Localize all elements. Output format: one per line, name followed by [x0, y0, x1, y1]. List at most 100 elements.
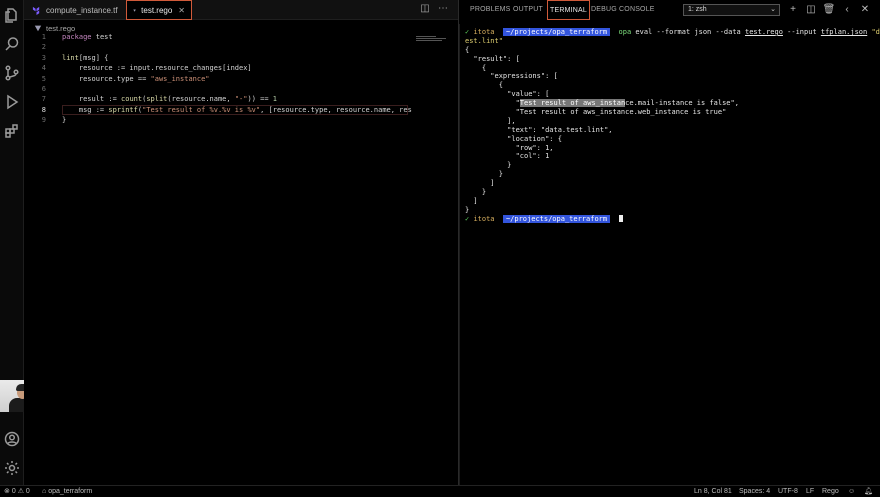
tab-terminal[interactable]: TERMINAL [547, 0, 590, 20]
eol[interactable]: LF [806, 486, 814, 497]
trash-icon[interactable]: 🗑 [822, 3, 836, 17]
code-text: resource := input.resource_changes[index… [62, 64, 252, 73]
code-text: resource.type == "aws_instance" [62, 74, 210, 83]
more-actions-icon[interactable]: ⋯ [436, 2, 450, 16]
run-debug-icon[interactable] [3, 93, 21, 111]
line-number: 2 [41, 43, 46, 52]
warning-icon: ⚠ [17, 488, 24, 495]
encoding[interactable]: UTF-8 [778, 486, 798, 497]
terminal-line: "text": "data.test.lint", [465, 125, 613, 134]
folder-status[interactable]: ⌂ opa_terraform [42, 486, 92, 497]
line-number: 9 [41, 116, 46, 125]
panel: PROBLEMS OUTPUT TERMINAL DEBUG CONSOLE 1… [459, 0, 880, 485]
split-editor-icon[interactable]: ◫ [418, 2, 432, 16]
terminal-line: } [465, 188, 487, 197]
tab-label: compute_instance.tf [46, 5, 118, 15]
terminal-line: { [465, 81, 503, 90]
tab-problems[interactable]: PROBLEMS [470, 0, 511, 20]
terminal-line: est.lint" [465, 36, 503, 45]
tab-label: test.rego [141, 5, 173, 15]
source-control-icon[interactable] [3, 64, 21, 82]
terminal-line: { [465, 45, 470, 54]
code-text: lint[msg] { [62, 53, 109, 62]
terraform-file-icon [32, 6, 40, 15]
error-icon: ⊗ [4, 488, 10, 495]
line-number: 7 [41, 95, 46, 104]
folder-name: opa_terraform [48, 488, 93, 495]
terminal-line: } [465, 161, 512, 170]
explorer-icon[interactable] [3, 6, 21, 24]
cursor-position[interactable]: Ln 8, Col 81 [694, 486, 732, 497]
terminal-output[interactable]: ✓ itota ~/projects/opa_terraform opa eva… [465, 28, 880, 224]
close-icon[interactable]: ✕ [178, 6, 185, 15]
terminal-line: ✓ itota ~/projects/opa_terraform [465, 214, 877, 224]
tab-debug-console[interactable]: DEBUG CONSOLE [591, 0, 655, 20]
tab-output[interactable]: OUTPUT [513, 0, 543, 20]
panel-tab-bar: PROBLEMS OUTPUT TERMINAL DEBUG CONSOLE 1… [459, 0, 880, 20]
code-editor[interactable]: 1 package test 2 3 lint[msg] {4 resource := … [24, 32, 458, 126]
code-line[interactable]: 1 package test [24, 32, 458, 42]
terminal-line: { [465, 63, 487, 72]
line-number: 4 [41, 64, 46, 73]
account-icon[interactable] [3, 430, 21, 448]
line-number: 6 [41, 84, 46, 93]
line-number: 3 [41, 53, 46, 62]
code-text: package test [62, 33, 113, 41]
terminal-line: "value": [ [465, 90, 550, 99]
code-line[interactable]: 3 lint[msg] { [24, 53, 458, 63]
activity-bar [0, 0, 24, 485]
terminal-line: "row": 1, [465, 143, 554, 152]
code-text: result := count(split(resource.name, "-"… [62, 95, 277, 104]
indentation[interactable]: Spaces: 4 [739, 486, 770, 497]
code-line[interactable]: 4 resource := input.resource_changes[ind… [24, 63, 458, 73]
terminal-line: ], [465, 116, 516, 125]
terminal-select[interactable]: 1: zsh ⌄ [683, 4, 780, 16]
terminal-line: "Test result of aws_instance.mail-instan… [465, 99, 739, 108]
remote-icon: ⌂ [42, 488, 47, 495]
rego-file-icon [133, 9, 136, 12]
code-line[interactable]: 2 [24, 42, 458, 52]
code-line[interactable]: 6 [24, 84, 458, 94]
terminal-line: "Test result of aws_instance.web_instanc… [465, 108, 727, 117]
extensions-icon[interactable] [3, 122, 21, 140]
code-line[interactable]: 7 result := count(split(resource.name, "… [24, 94, 458, 104]
line-number: 5 [41, 74, 46, 83]
close-panel-icon[interactable]: ✕ [858, 3, 872, 17]
error-count: 0 [11, 488, 16, 495]
problems-status[interactable]: ⊗ 0 ⚠ 0 [4, 486, 30, 497]
code-line[interactable]: 5 resource.type == "aws_instance" [24, 74, 458, 84]
terminal-select-value: 1: zsh [688, 6, 707, 13]
terminal-line: ] [465, 196, 478, 205]
code-text: msg := sprintf("Test result of %v.%v is … [62, 105, 412, 114]
search-icon[interactable] [3, 35, 21, 53]
terminal-line: } [465, 205, 470, 214]
panel-edge [459, 24, 460, 485]
terminal-line: ] [465, 179, 495, 188]
terminal-line: "result": [ [465, 54, 520, 63]
tab-test-rego[interactable]: test.rego ✕ [126, 0, 192, 20]
feedback-icon[interactable]: ☺ [848, 486, 855, 497]
terminal-line: "location": { [465, 134, 562, 143]
settings-gear-icon[interactable] [3, 459, 21, 477]
chevron-up-icon[interactable]: ‹ [840, 3, 854, 17]
terminal-line: "col": 1 [465, 152, 550, 161]
terminal-line: ✓ itota ~/projects/opa_terraform opa eva… [465, 28, 880, 36]
tab-compute-instance-tf[interactable]: compute_instance.tf [26, 0, 126, 20]
terminal-line: "expressions": [ [465, 72, 558, 81]
editor-area: compute_instance.tf test.rego ✕ ◫ ⋯ test… [24, 0, 458, 485]
rego-file-icon [34, 25, 42, 32]
terminal-line: } [465, 170, 503, 179]
status-bar: ⊗ 0 ⚠ 0 ⌂ opa_terraform Ln 8, Col 81 Spa… [0, 485, 880, 497]
new-terminal-icon[interactable]: + [786, 3, 800, 17]
language-mode[interactable]: Rego [822, 486, 839, 497]
warning-count: 0 [25, 488, 30, 495]
code-text: } [62, 116, 67, 125]
chevron-down-icon: ⌄ [770, 6, 776, 13]
notifications-bell-icon[interactable]: 🔔︎ [864, 486, 873, 497]
line-number: 1 [41, 33, 46, 41]
editor-tab-bar: compute_instance.tf test.rego ✕ ◫ ⋯ [24, 0, 458, 20]
code-line[interactable]: 9} [24, 115, 458, 125]
line-number: 8 [41, 105, 46, 114]
split-terminal-icon[interactable]: ◫ [804, 3, 818, 17]
code-line[interactable]: 8 msg := sprintf("Test result of %v.%v i… [24, 104, 458, 116]
